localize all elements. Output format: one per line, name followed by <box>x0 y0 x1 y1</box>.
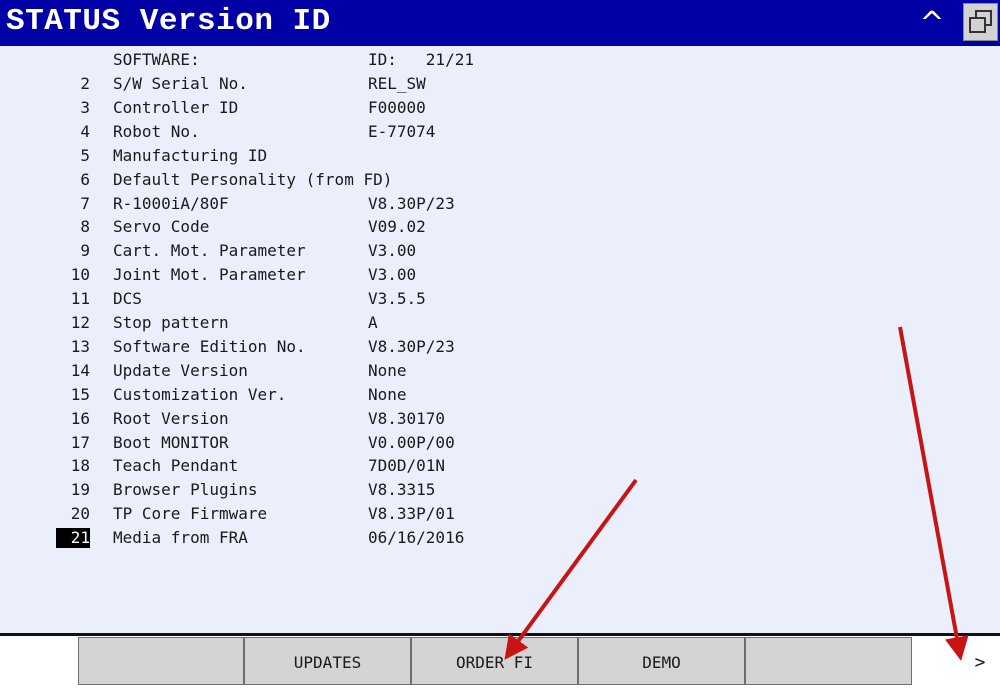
item-label: Manufacturing ID <box>113 145 268 165</box>
item-label: Customization Ver. <box>113 384 287 404</box>
item-number: 10 <box>70 265 90 285</box>
version-id-list: SOFTWARE: ID: 21/21 2 S/W Serial No. REL_S… <box>0 46 1000 633</box>
item-value: 06/16/2016 <box>368 528 465 548</box>
item-number: 12 <box>70 313 90 332</box>
list-item[interactable]: 17 Boot MONITOR V0.00P/00 <box>0 431 1000 455</box>
item-value: V3.00 <box>368 241 417 261</box>
title-bar: STATUS Version ID ^ <box>0 0 1000 46</box>
item-number: 20 <box>70 504 90 524</box>
item-value: V3.00 <box>368 265 417 285</box>
item-number: 21 <box>56 528 90 549</box>
item-number: 13 <box>70 336 90 356</box>
item-number: 5 <box>80 145 90 165</box>
item-value: F00000 <box>368 97 426 117</box>
item-label: Software Edition No. <box>113 336 306 356</box>
list-item[interactable]: 18 Teach Pendant 7D0D/01N <box>0 454 1000 478</box>
item-number: 9 <box>80 241 90 261</box>
item-value: V8.30P/23 <box>368 193 455 213</box>
item-label: Joint Mot. Parameter <box>113 265 306 285</box>
list-item[interactable]: 5 Manufacturing ID <box>0 144 1000 168</box>
list-item[interactable]: 19 Browser Plugins V8.3315 <box>0 478 1000 502</box>
next-page-key[interactable]: > <box>960 637 1000 685</box>
item-number: 16 <box>70 408 90 428</box>
item-value: None <box>368 384 407 404</box>
id-counter: ID: 21/21 <box>368 50 474 69</box>
item-value: V8.30170 <box>368 408 446 428</box>
order-fi-key[interactable]: ORDER FI <box>411 637 578 685</box>
item-number: 7 <box>80 193 90 213</box>
item-number: 8 <box>80 217 90 237</box>
demo-key[interactable]: DEMO <box>578 637 745 685</box>
list-item[interactable]: 14 Update Version None <box>0 359 1000 383</box>
list-item[interactable]: 20 TP Core Firmware V8.33P/01 <box>0 502 1000 526</box>
function-key-bar: UPDATES ORDER FI DEMO > <box>0 636 1000 686</box>
updates-key[interactable]: UPDATES <box>244 637 411 685</box>
item-value: None <box>368 360 407 380</box>
list-item[interactable]: 7 R-1000iA/80F V8.30P/23 <box>0 192 1000 216</box>
f5-key[interactable] <box>745 637 912 685</box>
item-label: S/W Serial No. <box>113 74 248 93</box>
item-value: V09.02 <box>368 217 426 237</box>
header-row: SOFTWARE: ID: 21/21 <box>0 48 1000 72</box>
list-item[interactable]: 16 Root Version V8.30170 <box>0 407 1000 431</box>
list-item[interactable]: 12 Stop pattern A <box>0 311 1000 335</box>
item-number: 18 <box>70 456 90 476</box>
item-value: V8.30P/23 <box>368 336 455 356</box>
item-value: V3.5.5 <box>368 289 426 309</box>
item-number: 11 <box>70 289 90 309</box>
item-value: A <box>368 313 378 332</box>
item-label: TP Core Firmware <box>113 504 268 524</box>
maximize-caret-icon[interactable]: ^ <box>912 2 952 42</box>
item-label: Teach Pendant <box>113 456 239 476</box>
item-number: 3 <box>80 97 90 117</box>
restore-windows-icon[interactable] <box>963 3 998 41</box>
item-label: Cart. Mot. Parameter <box>113 241 306 261</box>
list-item[interactable]: 2 S/W Serial No. REL_SW <box>0 72 1000 96</box>
item-number: 2 <box>80 74 90 93</box>
item-label: Servo Code <box>113 217 210 237</box>
screen-title: STATUS Version ID <box>6 4 331 39</box>
list-item[interactable]: 10 Joint Mot. Parameter V3.00 <box>0 263 1000 287</box>
list-item[interactable]: 21 Media from FRA 06/16/2016 <box>0 526 1000 550</box>
item-number: 6 <box>80 169 90 189</box>
item-number: 15 <box>70 384 90 404</box>
item-label: Browser Plugins <box>113 480 258 500</box>
item-label: Media from FRA <box>113 528 248 548</box>
software-heading: SOFTWARE: <box>113 50 200 69</box>
item-value: E-77074 <box>368 121 436 141</box>
list-item[interactable]: 4 Robot No. E-77074 <box>0 120 1000 144</box>
list-item[interactable]: 9 Cart. Mot. Parameter V3.00 <box>0 239 1000 263</box>
item-value: V8.3315 <box>368 480 436 500</box>
list-item[interactable]: 11 DCS V3.5.5 <box>0 287 1000 311</box>
item-value: V8.33P/01 <box>368 504 455 524</box>
item-label: Controller ID <box>113 97 239 117</box>
list-item[interactable]: 3 Controller ID F00000 <box>0 96 1000 120</box>
item-value: 7D0D/01N <box>368 456 446 476</box>
item-label: Boot MONITOR <box>113 432 229 452</box>
item-number: 17 <box>70 432 90 452</box>
list-item[interactable]: 13 Software Edition No. V8.30P/23 <box>0 335 1000 359</box>
list-item[interactable]: 6 Default Personality (from FD) <box>0 168 1000 192</box>
item-label: Root Version <box>113 408 229 428</box>
item-label: Update Version <box>113 360 248 380</box>
item-value: REL_SW <box>368 74 426 93</box>
item-label: R-1000iA/80F <box>113 193 229 213</box>
f1-key[interactable] <box>78 637 244 685</box>
item-value: V0.00P/00 <box>368 432 455 452</box>
item-number: 4 <box>80 121 90 141</box>
item-number: 14 <box>70 360 90 380</box>
item-label: Robot No. <box>113 121 200 141</box>
list-item[interactable]: 15 Customization Ver. None <box>0 383 1000 407</box>
item-label: Stop pattern <box>113 313 229 332</box>
list-item[interactable]: 8 Servo Code V09.02 <box>0 215 1000 239</box>
item-number: 19 <box>70 480 90 500</box>
item-label: Default Personality (from FD) <box>113 169 393 189</box>
item-label: DCS <box>113 289 142 309</box>
